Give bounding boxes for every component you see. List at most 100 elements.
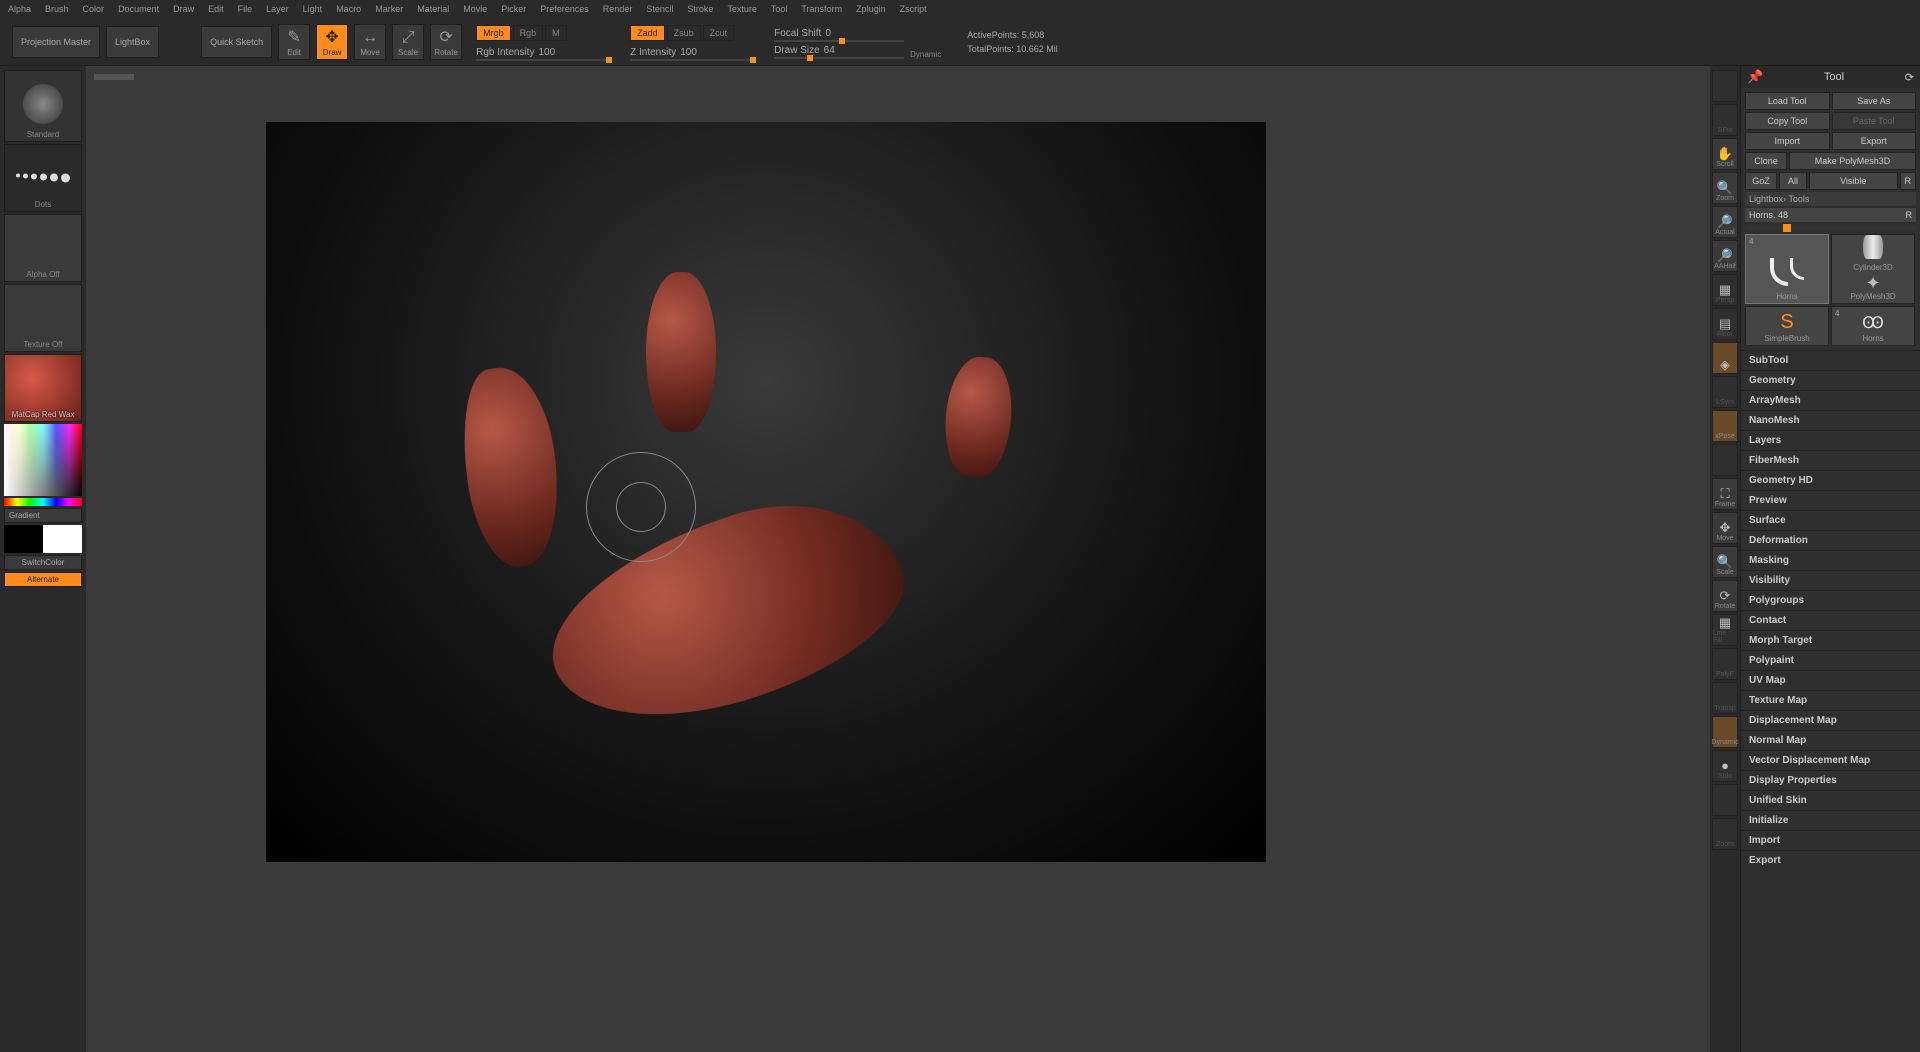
- accordion-morph-target[interactable]: Morph Target: [1741, 630, 1920, 650]
- goz-visible-button[interactable]: Visible: [1809, 172, 1898, 190]
- rotate-mode-button[interactable]: ⟳Rotate: [430, 24, 462, 60]
- aahalf-button[interactable]: 🔎AAHalf: [1712, 240, 1738, 272]
- actual-button[interactable]: 🔎Actual: [1712, 206, 1738, 238]
- nav-move-button[interactable]: ✥Move: [1712, 512, 1738, 544]
- menu-item[interactable]: Stroke: [687, 4, 713, 14]
- color-picker[interactable]: [4, 424, 82, 496]
- z-intensity-slider[interactable]: [630, 59, 750, 61]
- dynamic-label[interactable]: Dynamic: [910, 50, 941, 59]
- menu-item[interactable]: Layer: [266, 4, 289, 14]
- polyf-button[interactable]: PolyF: [1712, 648, 1738, 680]
- menu-item[interactable]: Picker: [501, 4, 526, 14]
- rgb-intensity-slider[interactable]: [476, 59, 606, 61]
- menu-item[interactable]: Edit: [208, 4, 224, 14]
- accordion-export[interactable]: Export: [1741, 850, 1920, 870]
- tool-thumb-horns[interactable]: 4 Horns: [1745, 234, 1829, 304]
- accordion-display-properties[interactable]: Display Properties: [1741, 770, 1920, 790]
- accordion-initialize[interactable]: Initialize: [1741, 810, 1920, 830]
- zcut-toggle[interactable]: Zcut: [703, 25, 735, 41]
- menu-item[interactable]: Render: [603, 4, 633, 14]
- draw-size-slider[interactable]: [774, 57, 904, 59]
- menu-item[interactable]: File: [238, 4, 253, 14]
- black-swatch[interactable]: [4, 525, 43, 553]
- tool-r-label[interactable]: R: [1906, 210, 1913, 220]
- load-tool-button[interactable]: Load Tool: [1745, 92, 1830, 110]
- horizontal-scrollbar[interactable]: [94, 74, 134, 80]
- menu-item[interactable]: Document: [118, 4, 159, 14]
- scroll-button[interactable]: ✋Scroll: [1712, 138, 1738, 170]
- draw-mode-button[interactable]: ✥Draw: [316, 24, 348, 60]
- menu-item[interactable]: Alpha: [8, 4, 31, 14]
- goz-r-button[interactable]: R: [1900, 172, 1917, 190]
- accordion-polygroups[interactable]: Polygroups: [1741, 590, 1920, 610]
- zoom2-button[interactable]: Zoom: [1712, 818, 1738, 850]
- transp-button[interactable]: Transp: [1712, 682, 1738, 714]
- menu-item[interactable]: Draw: [173, 4, 194, 14]
- gradient-toggle[interactable]: Gradient: [4, 508, 82, 523]
- edit-mode-button[interactable]: ✎Edit: [278, 24, 310, 60]
- menu-item[interactable]: Tool: [771, 4, 788, 14]
- accordion-uv-map[interactable]: UV Map: [1741, 670, 1920, 690]
- alpha-selector[interactable]: Alpha Off: [4, 214, 82, 282]
- accordion-polypaint[interactable]: Polypaint: [1741, 650, 1920, 670]
- accordion-masking[interactable]: Masking: [1741, 550, 1920, 570]
- tool-thumb-horns2[interactable]: 4 Ꙭ Horns: [1831, 306, 1915, 346]
- accordion-contact[interactable]: Contact: [1741, 610, 1920, 630]
- export-button[interactable]: Export: [1832, 132, 1917, 150]
- projection-master-button[interactable]: Projection Master: [12, 26, 100, 58]
- move-mode-button[interactable]: ↔Move: [354, 24, 386, 60]
- goz-button[interactable]: GoZ: [1745, 172, 1777, 190]
- copy-tool-button[interactable]: Copy Tool: [1745, 112, 1830, 130]
- accordion-surface[interactable]: Surface: [1741, 510, 1920, 530]
- menu-item[interactable]: Color: [83, 4, 105, 14]
- import-button[interactable]: Import: [1745, 132, 1830, 150]
- white-swatch[interactable]: [43, 525, 82, 553]
- menu-item[interactable]: Stencil: [646, 4, 673, 14]
- hue-slider[interactable]: [4, 498, 82, 506]
- menu-item[interactable]: Preferences: [540, 4, 589, 14]
- switchcolor-button[interactable]: SwitchColor: [4, 555, 82, 570]
- accordion-nanomesh[interactable]: NanoMesh: [1741, 410, 1920, 430]
- rgb-toggle[interactable]: Rgb: [513, 25, 544, 41]
- accordion-arraymesh[interactable]: ArrayMesh: [1741, 390, 1920, 410]
- refresh-icon[interactable]: ⟳: [1905, 71, 1914, 84]
- nav-scale-button[interactable]: 🔍Scale: [1712, 546, 1738, 578]
- floor-button[interactable]: ▤Floor: [1712, 308, 1738, 340]
- paste-tool-button[interactable]: Paste Tool: [1832, 112, 1917, 130]
- zoom-button[interactable]: 🔍Zoom: [1712, 172, 1738, 204]
- tool-thumb-simplebrush[interactable]: S SimpleBrush: [1745, 306, 1829, 346]
- menu-item[interactable]: Zscript: [900, 4, 927, 14]
- accordion-visibility[interactable]: Visibility: [1741, 570, 1920, 590]
- clone-button[interactable]: Clone: [1745, 152, 1787, 170]
- menu-item[interactable]: Light: [303, 4, 323, 14]
- xpose-button[interactable]: xPose: [1712, 410, 1738, 442]
- alternate-button[interactable]: Alternate: [4, 572, 82, 587]
- zadd-toggle[interactable]: Zadd: [630, 25, 665, 41]
- accordion-subtool[interactable]: SubTool: [1741, 350, 1920, 370]
- material-selector[interactable]: MatCap Red Wax: [4, 354, 82, 422]
- dynamic-button[interactable]: Dynamic: [1712, 716, 1738, 748]
- accordion-deformation[interactable]: Deformation: [1741, 530, 1920, 550]
- accordion-geometry-hd[interactable]: Geometry HD: [1741, 470, 1920, 490]
- pin-icon[interactable]: 📌: [1747, 69, 1763, 85]
- persp-button[interactable]: ▦Persp: [1712, 274, 1738, 306]
- localsym-button[interactable]: ◈: [1712, 342, 1738, 374]
- texture-selector[interactable]: Texture Off: [4, 284, 82, 352]
- menu-item[interactable]: Marker: [375, 4, 403, 14]
- quicksketch-button[interactable]: Quick Sketch: [201, 26, 272, 58]
- lsym-button[interactable]: LSym: [1712, 376, 1738, 408]
- accordion-import[interactable]: Import: [1741, 830, 1920, 850]
- zsub-toggle[interactable]: Zsub: [667, 25, 701, 41]
- menu-item[interactable]: Movie: [463, 4, 487, 14]
- menu-item[interactable]: Macro: [336, 4, 361, 14]
- scale-mode-button[interactable]: ⤢Scale: [392, 24, 424, 60]
- accordion-unified-skin[interactable]: Unified Skin: [1741, 790, 1920, 810]
- tool-slider[interactable]: [1745, 226, 1916, 230]
- lightbox-button[interactable]: LightBox: [106, 26, 159, 58]
- nav-rotate-button[interactable]: ⟳Rotate: [1712, 580, 1738, 612]
- lightbox-tools-link[interactable]: Lightbox› Tools: [1745, 192, 1916, 206]
- mrgb-toggle[interactable]: Mrgb: [476, 25, 511, 41]
- menu-item[interactable]: Texture: [727, 4, 757, 14]
- menu-item[interactable]: Brush: [45, 4, 69, 14]
- frame-button[interactable]: ⛶Frame: [1712, 478, 1738, 510]
